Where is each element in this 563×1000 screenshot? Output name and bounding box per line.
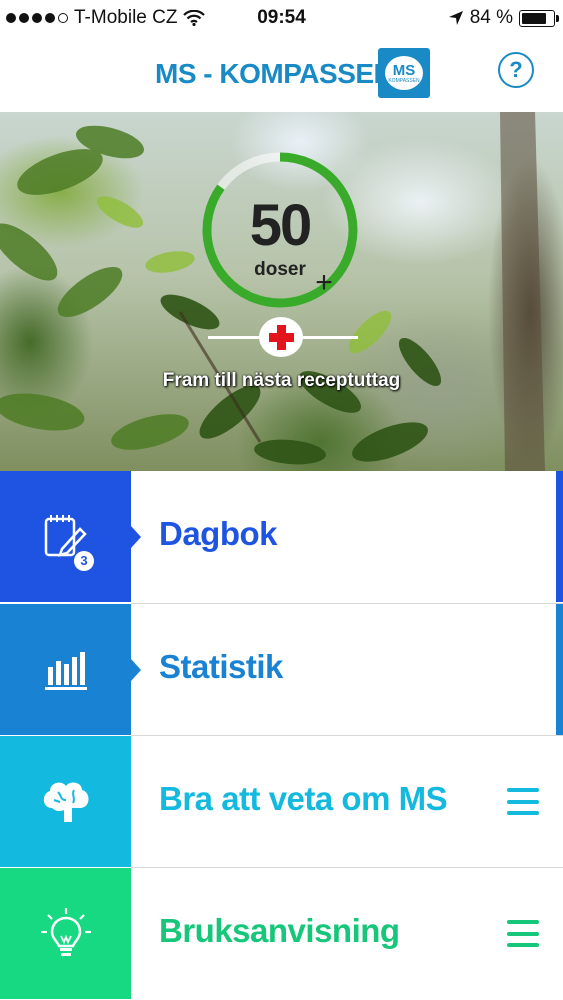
statistik-label: Statistik — [159, 648, 283, 685]
logo-text: MS — [392, 61, 416, 79]
add-dose-button[interactable]: + — [310, 268, 338, 298]
dose-ring — [202, 152, 358, 308]
statistik-arrow — [131, 659, 141, 681]
brain-icon — [43, 782, 89, 822]
logo-bubble: MS KOMPASSEN — [385, 56, 423, 90]
hero-section: 50 doser + Fram till nästa receptuttag — [0, 112, 563, 471]
dagbok-label: Dagbok — [159, 515, 278, 552]
app-header: MS - KOMPASSEN MS KOMPASSEN ? — [0, 36, 563, 112]
location-arrow-icon — [448, 11, 463, 25]
menu-item-dagbok[interactable]: 3 Dagbok — [0, 471, 563, 602]
dose-count: 50 — [249, 193, 313, 258]
statistik-tile — [0, 604, 131, 735]
bra-att-veta-label: Bra att veta om MS — [159, 780, 448, 817]
statistik-accent-bar — [556, 604, 563, 735]
dagbok-arrow — [131, 526, 141, 548]
menu-item-statistik[interactable]: Statistik — [0, 604, 563, 735]
menu-item-bra-att-veta[interactable]: Bra att veta om MS — [0, 736, 563, 867]
bra-att-veta-tile — [0, 736, 131, 867]
status-bar: T-Mobile CZ 09:54 84 % — [0, 0, 563, 36]
dagbok-tile: 3 — [0, 471, 131, 602]
bruksanvisning-label: Bruksanvisning — [159, 912, 400, 949]
app-title: MS - KOMPASSEN — [155, 58, 394, 89]
battery-icon — [519, 9, 559, 27]
battery-percent: 84 % — [469, 7, 513, 28]
dagbok-badge: 3 — [74, 551, 94, 571]
dagbok-accent-bar — [556, 471, 563, 602]
app-logo: MS KOMPASSEN — [378, 48, 430, 98]
lightbulb-icon — [40, 907, 91, 956]
bar-chart-icon — [44, 651, 87, 690]
menu-item-bruksanvisning[interactable]: Bruksanvisning — [0, 868, 563, 999]
bra-att-veta-menu-icon[interactable] — [507, 788, 539, 815]
medical-cross-horizontal — [269, 333, 294, 342]
bruksanvisning-tile — [0, 868, 131, 999]
status-right: 84 % — [448, 7, 559, 29]
hero-caption: Fram till nästa receptuttag — [162, 370, 401, 391]
logo-subtext: KOMPASSEN — [388, 77, 420, 84]
help-button[interactable]: ? — [498, 52, 534, 88]
bruksanvisning-menu-icon[interactable] — [507, 920, 539, 947]
